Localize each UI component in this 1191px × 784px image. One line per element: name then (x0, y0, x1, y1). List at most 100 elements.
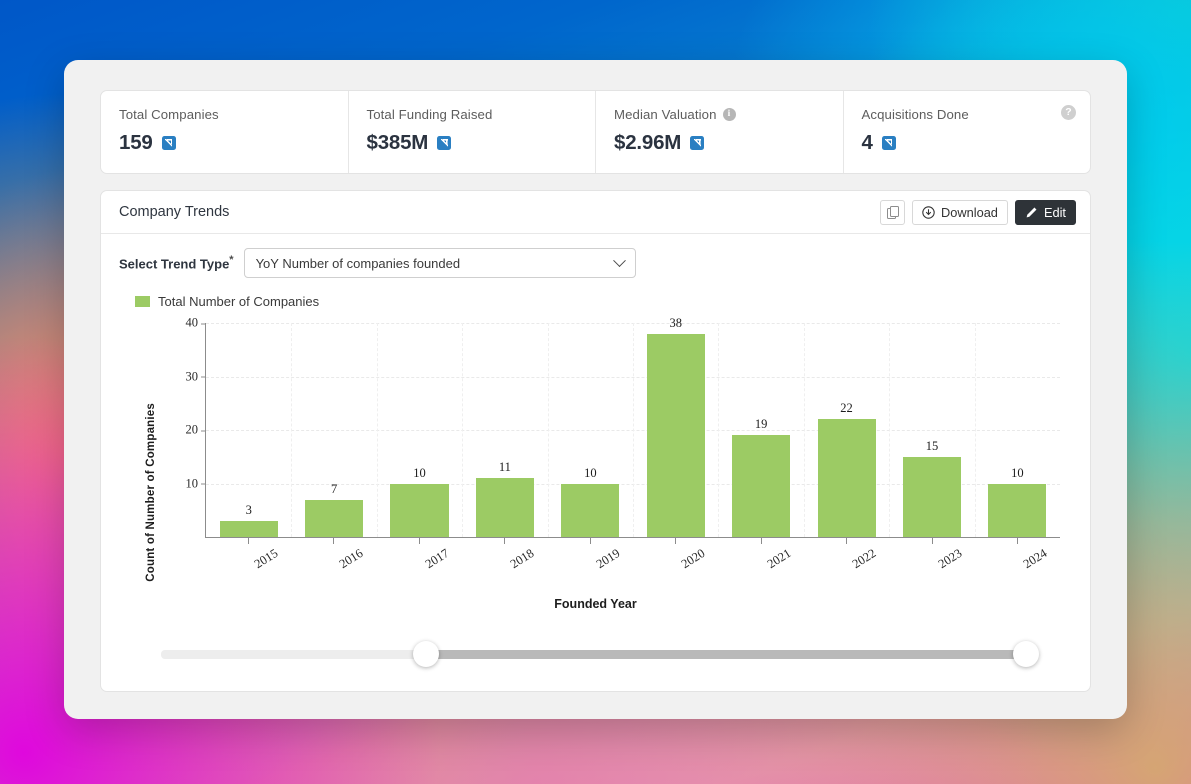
x-axis-tick-label: 2018 (508, 546, 537, 572)
external-link-icon[interactable] (690, 136, 705, 150)
slider-thumb-left[interactable] (413, 641, 440, 667)
kpi-card-total-companies: Total Companies 159 (101, 91, 349, 173)
bar-value-label: 7 (330, 481, 338, 496)
x-axis-tick: 2016 (291, 538, 377, 578)
slider-thumb-right[interactable] (1012, 641, 1039, 667)
x-axis-tick: 2024 (975, 538, 1061, 578)
x-axis-tick-mark (418, 538, 420, 544)
chevron-down-icon (612, 253, 626, 267)
bar[interactable] (646, 333, 705, 537)
kpi-label: Total Companies (119, 107, 330, 122)
download-button[interactable]: Download (912, 199, 1008, 225)
x-axis-tick-label: 2022 (850, 546, 879, 572)
kpi-summary-strip: Total Companies 159 Total Funding Raised… (100, 90, 1091, 174)
bar-slot: 10 (377, 323, 462, 537)
bar[interactable] (475, 478, 534, 537)
panel-header: Company Trends Download Edit (101, 191, 1090, 234)
bar[interactable] (988, 483, 1047, 537)
founded-year-range-slider[interactable] (161, 639, 1039, 669)
bar-slot: 38 (633, 316, 718, 537)
bar-value-label: 22 (840, 401, 853, 416)
trend-type-selected-value: YoY Number of companies founded (255, 255, 461, 271)
x-axis-tick-label: 2015 (251, 546, 281, 572)
external-link-icon[interactable] (437, 136, 452, 150)
download-icon (922, 205, 935, 219)
x-axis-tick-label: 2024 (1021, 546, 1050, 572)
bar[interactable] (305, 499, 364, 537)
kpi-label: Total Funding Raised (367, 107, 578, 122)
bar-value-label: 19 (754, 417, 768, 432)
bar-value-label: 10 (413, 465, 426, 480)
kpi-label-text: Acquisitions Done (861, 107, 969, 122)
x-axis-tick-mark (846, 538, 848, 544)
plot-area: 10 20 30 40 3 7 10 11 10 38 19 22 15 10 (186, 316, 1060, 538)
bar[interactable] (390, 483, 449, 537)
edit-button[interactable]: Edit (1014, 199, 1076, 225)
bar[interactable] (219, 520, 278, 537)
pencil-icon (1026, 207, 1037, 217)
kpi-value: $2.96M (614, 131, 682, 154)
x-axis-tick-label: 2017 (422, 546, 452, 572)
bar[interactable] (817, 419, 876, 537)
page-title: Company Trends (119, 204, 230, 220)
plot-inner: 10 20 30 40 3 7 10 11 10 38 19 22 15 10 (186, 316, 1060, 538)
info-icon[interactable]: i (722, 108, 736, 121)
x-axis-tick-mark (333, 538, 335, 544)
company-trends-panel: Company Trends Download Edit Select Tren… (100, 190, 1091, 692)
kpi-value: 4 (861, 131, 873, 154)
x-axis-tick-mark (504, 538, 506, 544)
y-axis-title: Count of Number of Companies (145, 403, 157, 582)
trend-type-select[interactable]: YoY Number of companies founded (243, 248, 636, 278)
bar-slot: 15 (889, 323, 974, 537)
trend-type-control: Select Trend Type* YoY Number of compani… (101, 234, 1090, 278)
bar-value-label: 10 (1011, 465, 1024, 480)
kpi-label-text: Median Valuation (614, 107, 717, 122)
bar-slot: 22 (804, 323, 889, 537)
kpi-label-text: Total Funding Raised (366, 107, 493, 122)
bar-slot: 10 (548, 323, 633, 537)
external-link-icon[interactable] (881, 136, 896, 150)
x-axis-tick: 2023 (889, 538, 975, 578)
x-axis-tick-label: 2021 (764, 546, 794, 572)
kpi-value-row: $2.96M (614, 131, 825, 155)
kpi-label-text: Total Companies (119, 107, 219, 122)
x-axis-tick-label: 2019 (593, 546, 623, 572)
app-window: Total Companies 159 Total Funding Raised… (64, 60, 1127, 719)
x-axis-tick-mark (247, 538, 249, 544)
kpi-value-row: 159 (119, 131, 330, 155)
bar[interactable] (732, 435, 791, 537)
external-link-icon[interactable] (161, 136, 176, 150)
kpi-card-acquisitions-done: ? Acquisitions Done 4 (844, 91, 1091, 173)
x-axis-tick: 2015 (205, 538, 291, 578)
slider-track[interactable] (161, 641, 1039, 667)
chart-legend: Total Number of Companies (101, 278, 1090, 309)
bar-value-label: 10 (584, 465, 597, 480)
bar-slot: 3 (206, 323, 291, 537)
bar[interactable] (561, 483, 620, 537)
bar-value-label: 11 (498, 460, 511, 475)
bar-slot: 19 (718, 323, 803, 537)
legend-swatch-icon (135, 296, 150, 307)
bar-slot: 7 (291, 323, 376, 537)
x-axis-tick: 2019 (547, 538, 633, 578)
copy-button[interactable] (880, 199, 906, 225)
y-axis-tick-label: 30 (186, 369, 207, 384)
copy-icon (887, 206, 900, 219)
x-axis-tick: 2020 (633, 538, 719, 578)
kpi-label: Acquisitions Done (862, 107, 1073, 122)
edit-button-label: Edit (1043, 204, 1066, 220)
trend-type-label-text: Select Trend Type (119, 256, 230, 272)
help-icon[interactable]: ? (1061, 105, 1076, 120)
bar[interactable] (902, 456, 961, 537)
kpi-value-row: $385M (367, 131, 578, 155)
x-axis-tick: 2018 (462, 538, 548, 578)
y-axis-tick-label: 20 (186, 423, 207, 438)
x-axis-tick-label: 2020 (679, 546, 708, 572)
x-axis-title: Founded Year (554, 597, 637, 611)
bar-series: 3 7 10 11 10 38 19 22 15 10 (206, 316, 1060, 537)
trend-type-label: Select Trend Type* (119, 254, 234, 271)
kpi-value: $385M (366, 131, 429, 154)
legend-series-label: Total Number of Companies (158, 294, 320, 309)
x-axis-ticks: 2015 2016 2017 2018 2019 2020 2021 2022 2023 2024 (205, 538, 1060, 578)
x-axis-tick-mark (675, 538, 677, 544)
